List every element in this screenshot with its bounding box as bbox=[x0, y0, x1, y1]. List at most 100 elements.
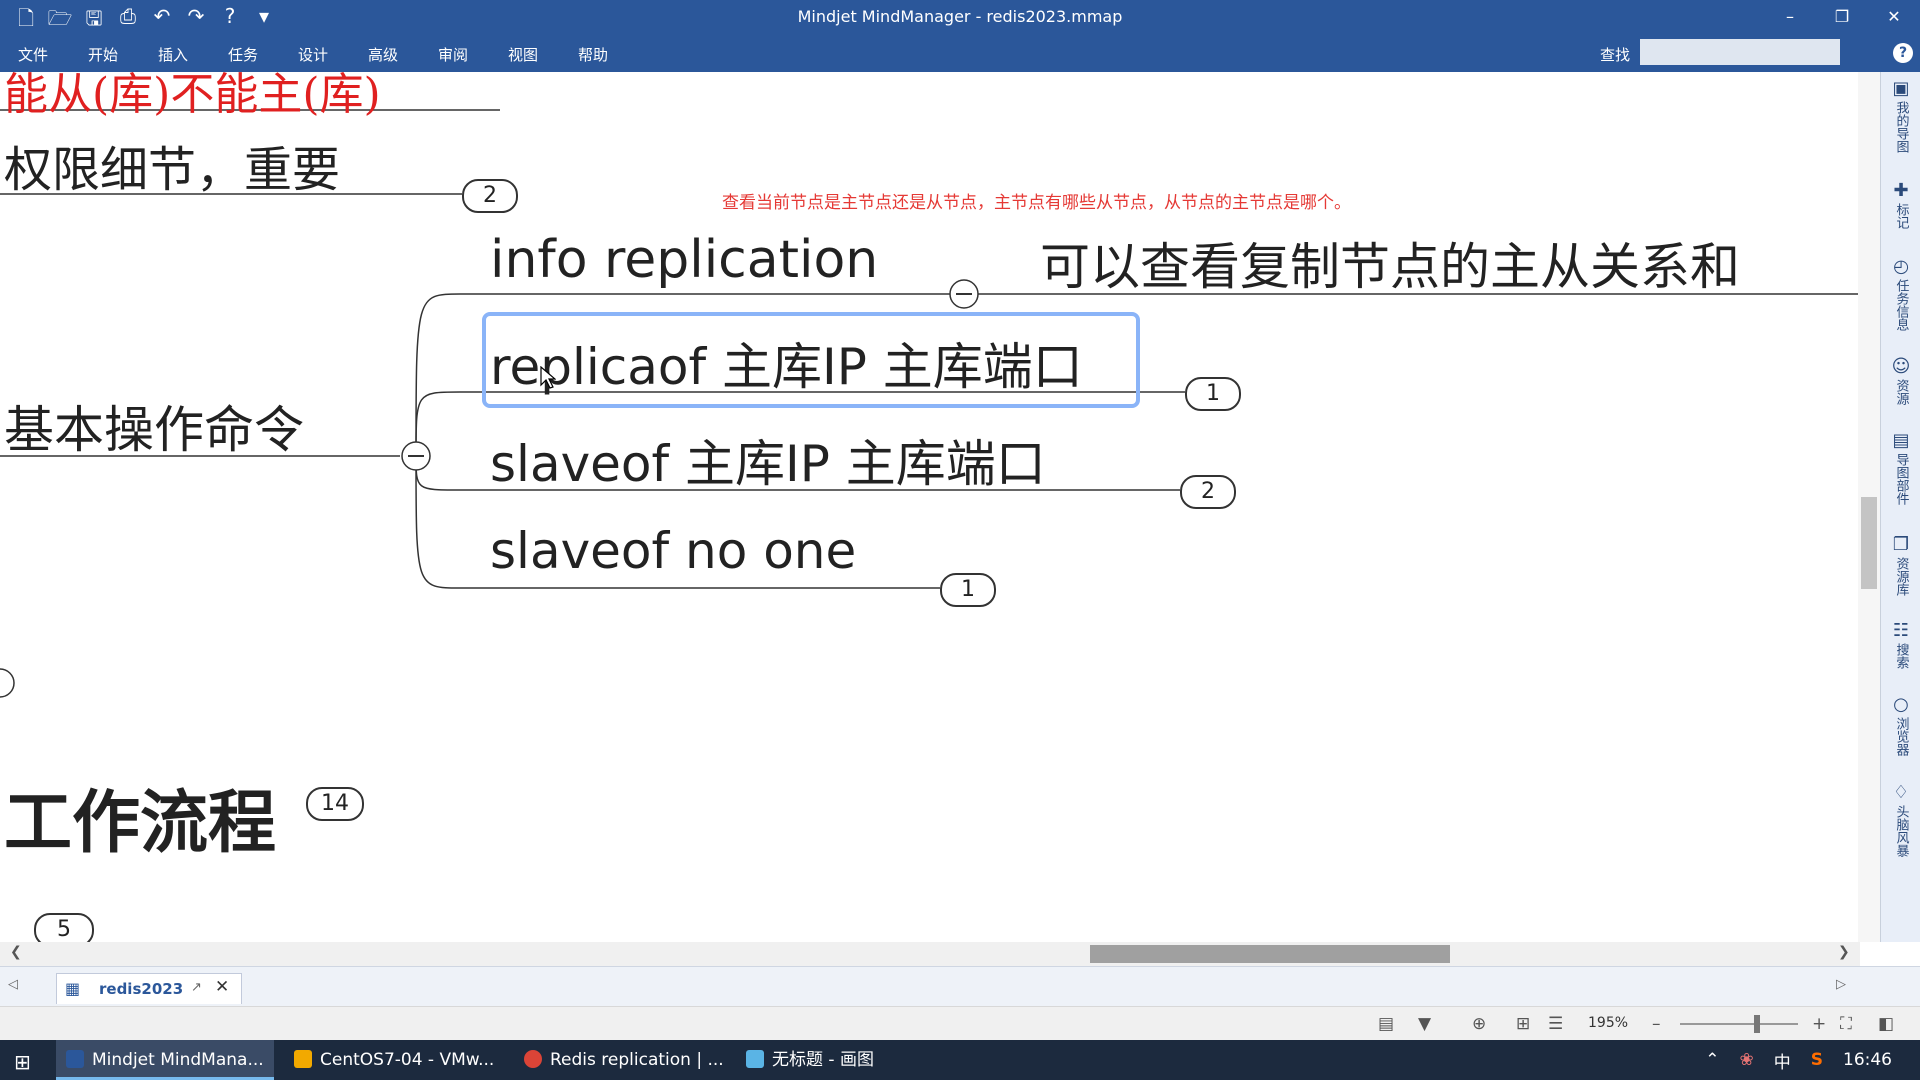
tray-app-icon[interactable]: ❀ bbox=[1740, 1050, 1754, 1070]
system-tray: ⌃ ❀ 中 S 16:46 bbox=[1705, 1040, 1920, 1080]
menu-advanced[interactable]: 高级 bbox=[368, 44, 438, 65]
search-icon: ☷ bbox=[1892, 620, 1910, 641]
topic-description[interactable]: 可以查看复制节点的主从关系和 bbox=[1040, 227, 1740, 299]
zoom-slider-thumb[interactable] bbox=[1754, 1015, 1760, 1033]
browser-icon: ○ bbox=[1893, 694, 1909, 715]
menu-help[interactable]: 帮助 bbox=[578, 44, 648, 65]
taskpane-library[interactable]: ❐ 资源库 bbox=[1881, 534, 1920, 596]
task-info-icon: ◴ bbox=[1893, 256, 1909, 277]
vertical-scroll-thumb[interactable] bbox=[1861, 497, 1877, 589]
help-icon[interactable]: ? bbox=[1893, 43, 1913, 63]
window-title: Mindjet MindManager - redis2023.mmap bbox=[797, 7, 1123, 26]
filter-icon[interactable]: ▼ bbox=[1418, 1014, 1431, 1034]
topic-replicaof[interactable]: replicaof 主库IP 主库端口 bbox=[490, 327, 1083, 399]
doc-tab-redis2023[interactable]: ▦ redis2023 ↗ ✕ bbox=[56, 973, 242, 1004]
branch-slaveof-no-one bbox=[415, 455, 461, 589]
branch-info bbox=[415, 293, 461, 457]
menu-home[interactable]: 开始 bbox=[88, 44, 158, 65]
map-view-icon[interactable]: ⊞ bbox=[1516, 1014, 1530, 1034]
collapsed-count-badge[interactable]: 2 bbox=[1180, 475, 1236, 509]
document-tab-bar: ◁ ▦ redis2023 ↗ ✕ ▷ bbox=[0, 966, 1920, 1007]
menu-task[interactable]: 任务 bbox=[228, 44, 298, 65]
taskbar-app-paint[interactable]: 无标题 - 画图 bbox=[736, 1040, 950, 1080]
vmware-icon bbox=[294, 1050, 312, 1068]
find-input[interactable] bbox=[1640, 39, 1840, 65]
taskbar-app-vmware[interactable]: CentOS7-04 - VMw... bbox=[284, 1040, 504, 1080]
menu-review[interactable]: 审阅 bbox=[438, 44, 508, 65]
mouse-cursor-icon bbox=[540, 366, 556, 389]
windows-start-icon[interactable]: ⊞ bbox=[14, 1050, 31, 1074]
collapse-left-button bbox=[0, 668, 15, 698]
taskpane-resources[interactable]: ☺ 资源 bbox=[1881, 356, 1920, 405]
menu-bar: 文件 开始 插入 任务 设计 高级 审阅 视图 帮助 查找 ? bbox=[0, 34, 1920, 72]
view-options-icon[interactable]: ◧ bbox=[1878, 1014, 1894, 1034]
mindmanager-icon bbox=[66, 1050, 84, 1068]
close-tab-icon[interactable]: ✕ bbox=[215, 977, 229, 997]
title-bar: 🗋 🗁 🖫 ⎙ ↶ ↷ ? ▾ Mindjet MindManager - re… bbox=[0, 0, 1920, 34]
taskpane-search[interactable]: ☷ 搜索 bbox=[1881, 620, 1920, 669]
topic-basic-commands[interactable]: 基本操作命令 bbox=[4, 390, 304, 462]
tray-expand-icon[interactable]: ⌃ bbox=[1705, 1050, 1719, 1070]
taskpane-task-info[interactable]: ◴ 任务信息 bbox=[1881, 256, 1920, 331]
topic-slaveof[interactable]: slaveof 主库IP 主库端口 bbox=[490, 424, 1046, 496]
resources-icon: ☺ bbox=[1891, 356, 1911, 377]
zoom-out-icon[interactable]: – bbox=[1652, 1014, 1661, 1034]
mindmap-file-icon: ▦ bbox=[65, 979, 81, 998]
layout-icon[interactable]: ⊕ bbox=[1472, 1014, 1486, 1034]
topic-permission-detail[interactable]: 权限细节，重要 bbox=[4, 130, 340, 200]
taskpane-markers[interactable]: ✚ 标记 bbox=[1881, 180, 1920, 229]
horizontal-scrollbar[interactable]: ❮ ❯ bbox=[0, 942, 1860, 966]
topic-red-partial[interactable]: 能从(库)不能主(库) bbox=[4, 72, 381, 122]
chrome-icon bbox=[524, 1050, 542, 1068]
tab-scroll-right-icon[interactable]: ▷ bbox=[1836, 977, 1846, 992]
scroll-right-icon[interactable]: ❯ bbox=[1838, 944, 1850, 960]
menu-view[interactable]: 视图 bbox=[508, 44, 578, 65]
vertical-scrollbar[interactable] bbox=[1858, 72, 1880, 942]
zoom-in-icon[interactable]: + bbox=[1812, 1014, 1826, 1034]
fit-map-icon[interactable]: ⛶ bbox=[1840, 1014, 1852, 1034]
zoom-level[interactable]: 195% bbox=[1588, 1015, 1628, 1031]
tab-scroll-left-icon[interactable]: ◁ bbox=[8, 977, 18, 992]
paint-icon bbox=[746, 1050, 764, 1068]
taskpane-brainstorm[interactable]: ♢ 头脑风暴 bbox=[1881, 782, 1920, 857]
find-label: 查找 bbox=[1600, 46, 1631, 64]
task-pane: ▣ 我的导图 ✚ 标记 ◴ 任务信息 ☺ 资源 ▤ 导图部件 ❐ 资源库 ☷ 搜… bbox=[1880, 72, 1920, 942]
status-bar: ▤ ▼ ⊕ ⊞ ☰ 195% – + ⛶ ◧ bbox=[0, 1006, 1920, 1041]
topic-workflow[interactable]: 工作流程 bbox=[4, 767, 276, 866]
taskpane-my-maps[interactable]: ▣ 我的导图 bbox=[1881, 78, 1920, 153]
menu-file[interactable]: 文件 bbox=[18, 44, 88, 65]
collapsed-count-badge[interactable]: 5 bbox=[34, 913, 94, 942]
topic-note[interactable]: 查看当前节点是主节点还是从节点，主节点有哪些从节点，从节点的主节点是哪个。 bbox=[722, 188, 1351, 213]
map-canvas[interactable]: 能从(库)不能主(库) 权限细节，重要 2 查看当前节点是主节点还是从节点，主节… bbox=[0, 72, 1880, 942]
float-tab-icon[interactable]: ↗ bbox=[191, 980, 202, 995]
zoom-slider[interactable] bbox=[1680, 1023, 1798, 1025]
windows-taskbar: ⊞ Mindjet MindMana... CentOS7-04 - VMw..… bbox=[0, 1040, 1920, 1080]
library-icon: ❐ bbox=[1892, 534, 1910, 555]
topic-info-replication[interactable]: info replication bbox=[490, 230, 878, 290]
menu-insert[interactable]: 插入 bbox=[158, 44, 228, 65]
my-maps-icon: ▣ bbox=[1892, 78, 1910, 99]
minimize-button[interactable]: – bbox=[1764, 0, 1816, 34]
taskbar-app-mindmanager[interactable]: Mindjet MindMana... bbox=[56, 1040, 274, 1080]
collapsed-count-badge[interactable]: 2 bbox=[462, 179, 518, 213]
map-parts-icon: ▤ bbox=[1892, 430, 1910, 451]
restore-button[interactable]: ❐ bbox=[1816, 0, 1868, 34]
brainstorm-icon: ♢ bbox=[1892, 782, 1910, 803]
ime-indicator[interactable]: 中 bbox=[1774, 1048, 1791, 1073]
collapsed-count-badge[interactable]: 1 bbox=[940, 573, 996, 607]
page-icon[interactable]: ▤ bbox=[1378, 1014, 1394, 1034]
collapsed-count-badge[interactable]: 14 bbox=[306, 787, 364, 821]
horizontal-scroll-thumb[interactable] bbox=[1090, 945, 1450, 963]
close-button[interactable]: ✕ bbox=[1868, 0, 1920, 34]
clock[interactable]: 16:46 bbox=[1843, 1050, 1892, 1070]
taskpane-map-parts[interactable]: ▤ 导图部件 bbox=[1881, 430, 1920, 505]
sogou-icon[interactable]: S bbox=[1811, 1050, 1823, 1070]
outline-view-icon[interactable]: ☰ bbox=[1548, 1014, 1563, 1034]
taskbar-app-chrome[interactable]: Redis replication | ... bbox=[514, 1040, 726, 1080]
taskpane-browser[interactable]: ○ 浏览器 bbox=[1881, 694, 1920, 756]
menu-design[interactable]: 设计 bbox=[298, 44, 368, 65]
scroll-left-icon[interactable]: ❮ bbox=[10, 944, 22, 960]
collapsed-count-badge[interactable]: 1 bbox=[1185, 377, 1241, 411]
topic-slaveof-no-one[interactable]: slaveof no one bbox=[490, 522, 856, 580]
markers-icon: ✚ bbox=[1893, 180, 1909, 201]
